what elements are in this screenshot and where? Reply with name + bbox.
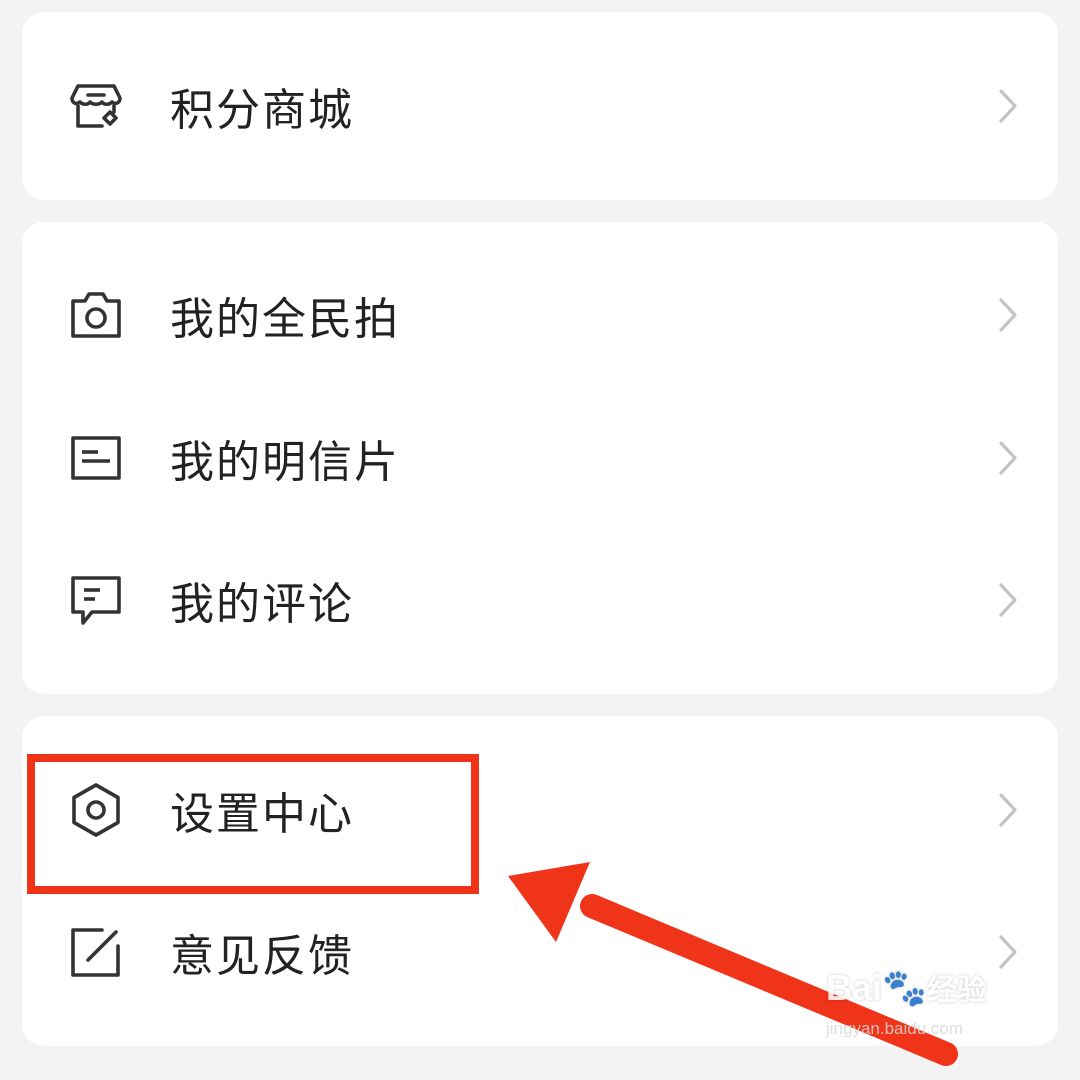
menu-item-label: 我的评论 xyxy=(170,579,354,630)
menu-item-label: 意见反馈 xyxy=(170,931,354,982)
camera-icon xyxy=(68,287,124,343)
menu-item-label: 积分商城 xyxy=(170,85,354,136)
chevron-right-icon xyxy=(996,580,1020,620)
settings-hexagon-icon xyxy=(68,782,124,838)
menu-card-points: 积分商城 xyxy=(22,12,1058,200)
menu-card-personal: 我的全民拍 我的明信片 我的评论 xyxy=(22,222,1058,694)
chevron-right-icon xyxy=(996,790,1020,830)
menu-item-label: 我的明信片 xyxy=(170,437,400,488)
comment-icon xyxy=(68,572,124,628)
menu-item-feedback[interactable]: 意见反馈 xyxy=(22,887,1058,1017)
menu-item-settings-center[interactable]: 设置中心 xyxy=(22,745,1058,875)
chevron-right-icon xyxy=(996,932,1020,972)
menu-item-my-postcards[interactable]: 我的明信片 xyxy=(22,393,1058,523)
store-icon xyxy=(68,78,124,134)
chevron-right-icon xyxy=(996,295,1020,335)
menu-item-my-comments[interactable]: 我的评论 xyxy=(22,535,1058,665)
postcard-icon xyxy=(68,430,124,486)
feedback-edit-icon xyxy=(68,924,124,980)
menu-item-my-quanminpai[interactable]: 我的全民拍 xyxy=(22,250,1058,380)
chevron-right-icon xyxy=(996,86,1020,126)
menu-item-label: 设置中心 xyxy=(170,789,354,840)
menu-item-points-mall[interactable]: 积分商城 xyxy=(22,41,1058,171)
menu-item-label: 我的全民拍 xyxy=(170,294,400,345)
menu-card-system: 设置中心 意见反馈 xyxy=(22,716,1058,1046)
chevron-right-icon xyxy=(996,438,1020,478)
